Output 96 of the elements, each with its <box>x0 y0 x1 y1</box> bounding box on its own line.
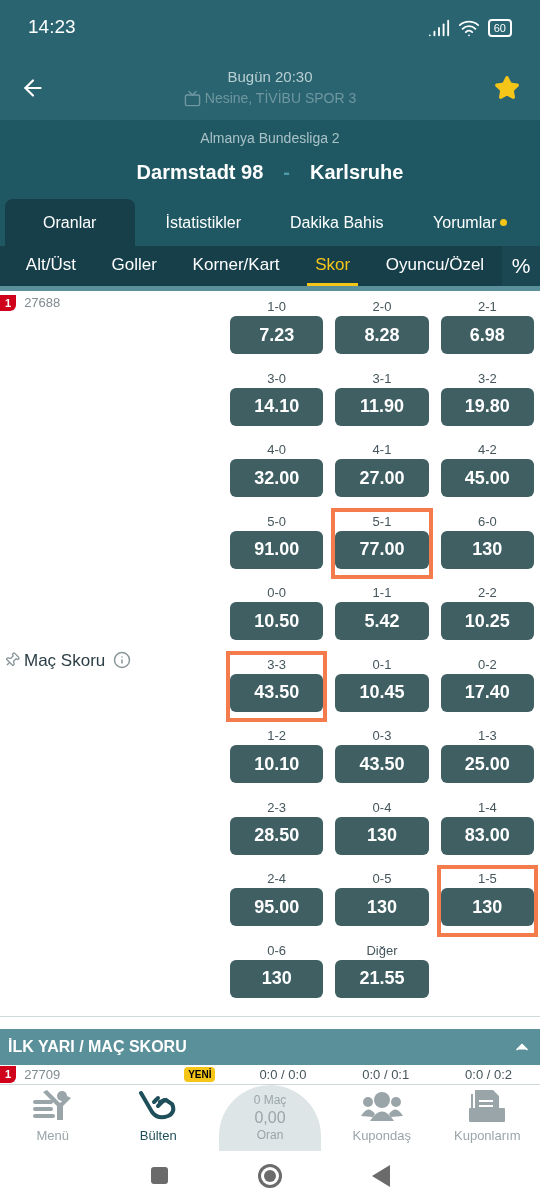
menu-icon <box>32 1090 73 1123</box>
odds-button[interactable]: 5.42 <box>335 602 429 640</box>
odds-button[interactable]: 10.50 <box>230 602 324 640</box>
away-team: Karlsruhe <box>310 160 404 185</box>
info-icon[interactable] <box>113 651 132 670</box>
odds-button[interactable]: 83.00 <box>440 816 534 855</box>
score-label: 3-0 <box>267 369 287 388</box>
event-code: 27688 <box>24 294 61 312</box>
subtab[interactable]: Goller <box>103 246 165 286</box>
odds-button[interactable]: 43.50 <box>335 745 429 783</box>
odds-button[interactable]: 32.00 <box>230 459 324 497</box>
odds-button[interactable]: 27.00 <box>335 459 429 497</box>
odds-button[interactable]: 14.10 <box>230 387 324 426</box>
home-key-icon[interactable] <box>257 1163 282 1188</box>
score-label: 0-5 <box>372 870 392 888</box>
recents-key-icon[interactable] <box>150 1167 168 1184</box>
tab[interactable]: Oranlar <box>5 199 135 246</box>
score-label: 2-1 <box>477 298 497 316</box>
score-label: 4-2 <box>477 441 497 459</box>
score-label: 1-2 <box>267 727 287 745</box>
score-label: 4-1 <box>372 441 392 459</box>
odds-button[interactable]: 19.80 <box>440 387 534 426</box>
score-label: 2-2 <box>477 584 497 602</box>
odds-button[interactable]: 21.55 <box>335 959 429 998</box>
odds-button[interactable]: 130 <box>440 530 534 569</box>
score-label: 1-0 <box>267 298 287 316</box>
score-label: 6-0 <box>477 512 497 531</box>
score-label: 3-1 <box>372 369 392 388</box>
odds-button[interactable]: 77.00 <box>335 530 429 569</box>
document-tray-icon <box>469 1090 506 1123</box>
score-label: 0-2 <box>477 655 497 674</box>
odds-button[interactable]: 25.00 <box>440 745 534 783</box>
odds-button[interactable]: 130 <box>440 888 534 926</box>
score-label: 2-0 <box>372 298 392 316</box>
market-name: Maç Skoru <box>24 649 106 672</box>
odds-button[interactable]: 6.98 <box>440 316 534 354</box>
tab[interactable]: Dakika Bahis <box>272 199 402 246</box>
odds-button[interactable]: 10.45 <box>335 673 429 712</box>
mbs-badge: 1 <box>0 294 17 311</box>
score-label: 0:0 / 0:2 <box>464 1065 514 1084</box>
score-label: 3-2 <box>477 369 497 388</box>
score-label: 2-3 <box>267 798 287 817</box>
odds-button[interactable]: 130 <box>335 816 429 855</box>
odds-button[interactable]: 17.40 <box>440 673 534 712</box>
battery-icon: 60 <box>487 18 512 37</box>
score-label: 1-5 <box>477 870 497 888</box>
score-label: 0-4 <box>372 798 392 817</box>
odds-button[interactable]: 95.00 <box>230 888 324 926</box>
subtab[interactable]: Korner/Kart <box>184 246 288 286</box>
tab[interactable]: Yorumlar <box>405 199 535 246</box>
subtab[interactable]: Skor <box>307 246 359 286</box>
score-label: 2-4 <box>267 870 287 888</box>
broadcast-channels: Nesine, TİVİBU SPOR 3 <box>204 89 357 109</box>
score-label: 1-4 <box>477 798 497 817</box>
score-label: 1-1 <box>372 584 392 602</box>
event-code: 27709 <box>24 1065 62 1084</box>
score-label: 0-6 <box>267 941 287 960</box>
score-label: Diğer <box>366 941 398 960</box>
people-icon <box>360 1090 403 1123</box>
subtab[interactable]: Oyuncu/Özel <box>377 246 493 286</box>
team-separator: - <box>283 160 290 185</box>
odds-button[interactable]: 7.23 <box>230 316 324 354</box>
score-label: 4-0 <box>267 441 287 459</box>
odds-button[interactable]: 8.28 <box>335 316 429 354</box>
nav-tab[interactable]: Bülten <box>105 1085 211 1151</box>
score-label: 5-0 <box>267 512 287 531</box>
odds-button[interactable]: 28.50 <box>230 816 324 855</box>
odds-button[interactable]: 43.50 <box>230 673 324 712</box>
odds-button[interactable]: 11.90 <box>335 387 429 426</box>
new-badge: YENİ <box>184 1067 216 1082</box>
odds-button[interactable]: 130 <box>230 959 324 998</box>
odds-button[interactable]: 10.10 <box>230 745 324 783</box>
score-label: 1-3 <box>477 727 497 745</box>
score-label: 0:0 / 0:0 <box>258 1065 308 1084</box>
tv-icon <box>183 90 201 108</box>
mbs-badge: 1 <box>0 1066 17 1083</box>
score-label: 5-1 <box>372 512 392 531</box>
subtab[interactable]: Alt/Üst <box>17 246 84 286</box>
percent-button[interactable]: % <box>502 246 540 286</box>
favorite-star-icon[interactable] <box>494 74 520 101</box>
status-time: 14:23 <box>28 15 76 40</box>
home-team: Darmstadt 98 <box>136 160 264 185</box>
odds-button[interactable]: 10.25 <box>440 602 534 640</box>
score-label: 3-3 <box>267 655 287 674</box>
odds-button[interactable]: 130 <box>335 888 429 926</box>
score-label: 0:0 / 0:1 <box>361 1065 411 1084</box>
section-title: İLK YARI / MAÇ SKORU <box>8 1037 187 1057</box>
league-name: Almanya Bundesliga 2 <box>200 129 340 148</box>
score-label: 0-1 <box>372 655 392 674</box>
odds-button[interactable]: 45.00 <box>440 459 534 497</box>
back-key-icon[interactable] <box>371 1164 390 1187</box>
match-time: Bugün 20:30 <box>227 66 313 87</box>
tab[interactable]: İstatistikler <box>138 199 268 246</box>
odds-button[interactable]: 91.00 <box>230 530 324 569</box>
score-label: 0-0 <box>267 584 287 602</box>
score-label: 0-3 <box>372 727 392 745</box>
